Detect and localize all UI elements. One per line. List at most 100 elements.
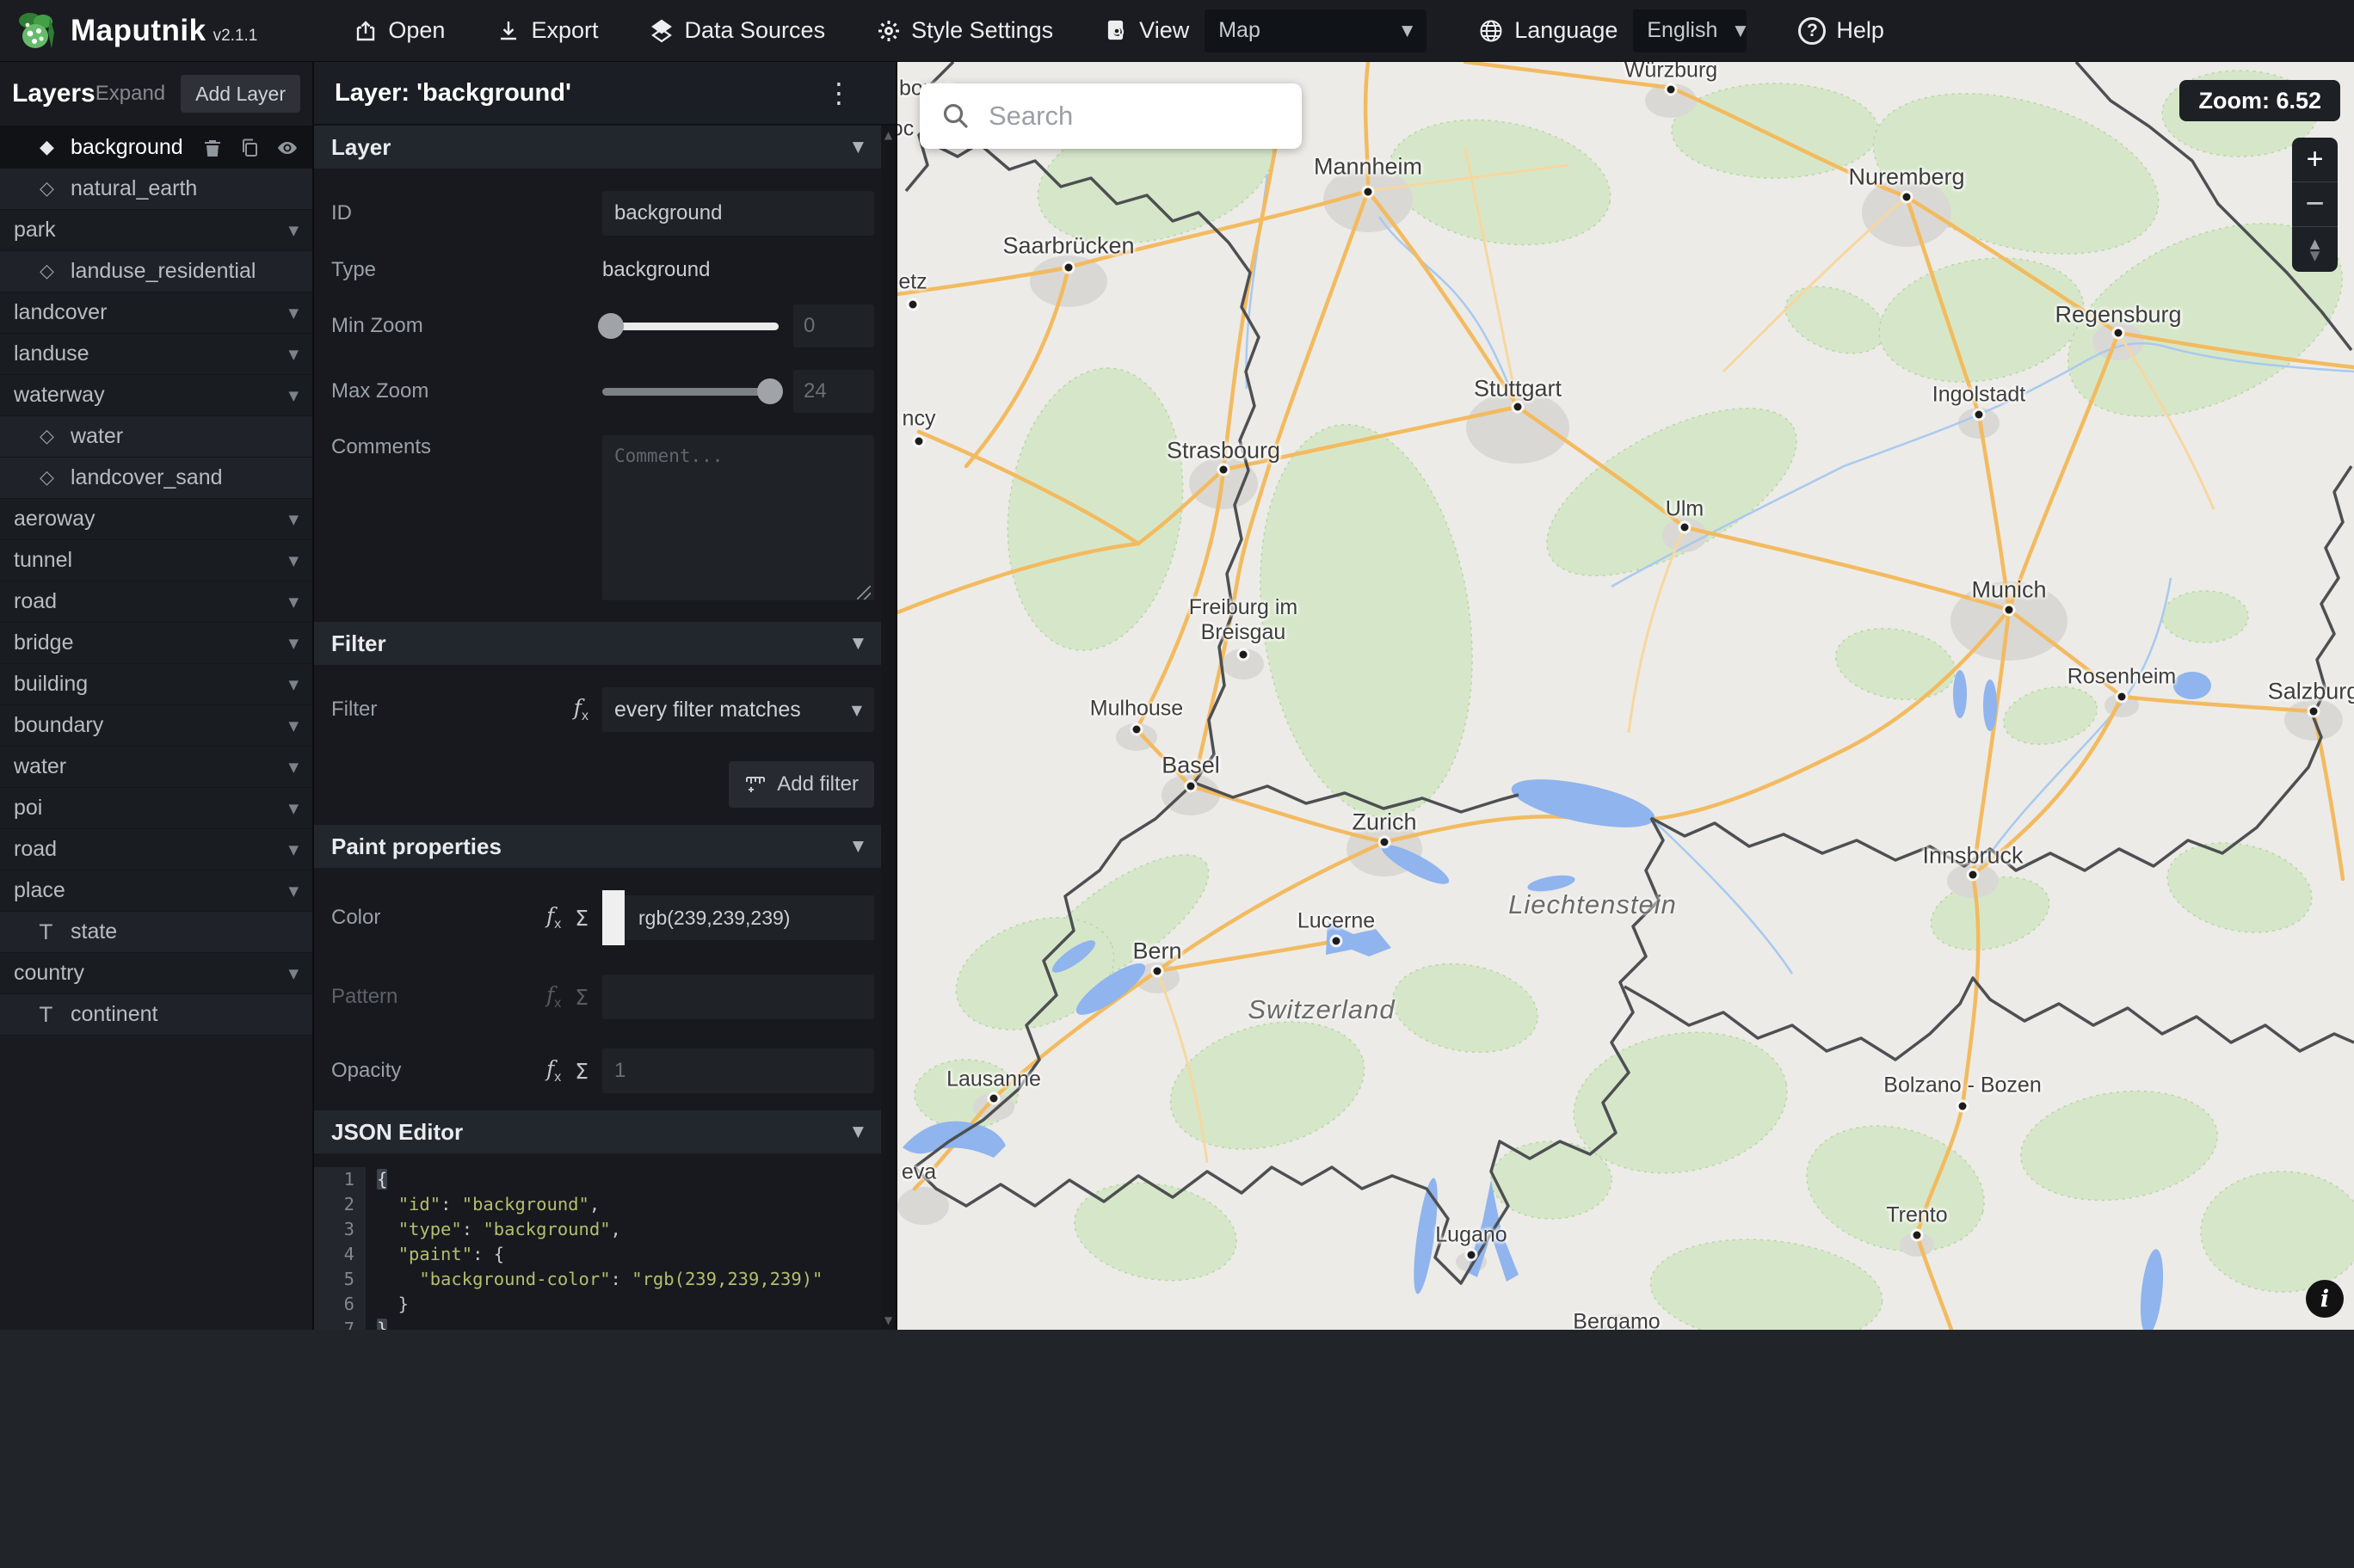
diamond-icon: ◇ — [40, 178, 54, 200]
color-swatch[interactable] — [602, 890, 625, 945]
view-select[interactable]: Map ▼ — [1205, 9, 1427, 52]
layer-item-continent[interactable]: Tcontinent — [0, 994, 312, 1036]
data-sources-label: Data Sources — [684, 17, 826, 43]
comments-textarea[interactable] — [602, 435, 874, 600]
function-icon[interactable]: fx — [546, 903, 561, 932]
chevron-down-icon[interactable]: ▼ — [288, 512, 299, 527]
pattern-input[interactable] — [602, 975, 874, 1019]
opacity-input[interactable] — [602, 1048, 874, 1093]
section-layer[interactable]: Layer ▼ — [314, 126, 881, 169]
layer-item-water[interactable]: water ▼ — [0, 747, 312, 788]
json-line-2[interactable]: 2 "id": "background", — [314, 1192, 881, 1217]
scroll-up-icon[interactable]: ▲ — [881, 129, 896, 141]
map-label-lucerne: Lucerne — [1297, 908, 1376, 933]
chevron-down-icon[interactable]: ▼ — [288, 677, 299, 692]
open-button[interactable]: Open — [354, 17, 445, 44]
layer-item-landcover[interactable]: landcover ▼ — [0, 292, 312, 334]
layer-item-landuse_residential[interactable]: ◇ landuse_residential — [0, 251, 312, 292]
compass-button[interactable]: ▲ ▼ — [2292, 227, 2338, 272]
chevron-down-icon[interactable]: ▼ — [288, 636, 299, 651]
chevron-down-icon[interactable]: ▼ — [288, 223, 299, 238]
layer-item-country[interactable]: country ▼ — [0, 953, 312, 994]
layer-item-place[interactable]: place ▼ — [0, 870, 312, 912]
layer-item-aeroway[interactable]: aeroway ▼ — [0, 499, 312, 540]
section-filter[interactable]: Filter ▼ — [314, 622, 881, 665]
function-icon[interactable]: fx — [546, 982, 561, 1012]
sigma-icon[interactable]: Σ — [575, 1059, 588, 1084]
chevron-down-icon[interactable]: ▼ — [288, 553, 299, 569]
duplicate-layer-button[interactable] — [239, 138, 260, 158]
sigma-icon[interactable]: Σ — [575, 906, 588, 931]
editor-scrollbar[interactable]: ▲ ▼ — [881, 126, 896, 1330]
city-dot — [1153, 967, 1162, 975]
chevron-down-icon[interactable]: ▼ — [288, 759, 299, 775]
function-icon[interactable]: fx — [574, 695, 588, 724]
attribution-info-button[interactable]: i — [2306, 1280, 2344, 1318]
json-line-4[interactable]: 4 "paint": { — [314, 1242, 881, 1267]
layer-item-poi[interactable]: poi ▼ — [0, 788, 312, 829]
layer-item-road[interactable]: road ▼ — [0, 581, 312, 623]
chevron-down-icon[interactable]: ▼ — [288, 347, 299, 362]
language-select[interactable]: English ▼ — [1633, 9, 1747, 52]
add-filter-button[interactable]: Add filter — [729, 761, 874, 808]
min-zoom-slider[interactable] — [598, 313, 779, 339]
section-json-editor[interactable]: JSON Editor ▼ — [314, 1110, 881, 1153]
slider-thumb[interactable] — [756, 378, 783, 404]
export-button[interactable]: Export — [496, 17, 598, 44]
layer-item-landuse[interactable]: landuse ▼ — [0, 334, 312, 375]
layer-item-road[interactable]: road ▼ — [0, 829, 312, 870]
zoom-out-button[interactable]: − — [2292, 182, 2338, 227]
json-editor[interactable]: 1{2 "id": "background", 3 "type": "backgr… — [314, 1153, 881, 1330]
slider-thumb[interactable] — [598, 313, 625, 339]
layer-item-background[interactable]: ◆ background — [0, 127, 312, 169]
layer-item-bridge[interactable]: bridge ▼ — [0, 623, 312, 664]
function-icon[interactable]: fx — [546, 1056, 561, 1085]
json-line-7[interactable]: 7} — [314, 1317, 881, 1330]
chevron-down-icon[interactable]: ▼ — [288, 883, 299, 899]
layer-item-landcover_sand[interactable]: ◇ landcover_sand — [0, 458, 312, 499]
sigma-icon[interactable]: Σ — [575, 985, 588, 1010]
delete-layer-button[interactable] — [202, 138, 223, 158]
id-input[interactable] — [602, 191, 874, 236]
layer-item-park[interactable]: park ▼ — [0, 210, 312, 251]
help-button[interactable]: ? Help — [1798, 16, 1884, 45]
chevron-down-icon[interactable]: ▼ — [288, 594, 299, 610]
scroll-down-icon[interactable]: ▼ — [881, 1314, 896, 1326]
layer-item-waterway[interactable]: waterway ▼ — [0, 375, 312, 416]
expand-button[interactable]: Expand — [96, 82, 165, 106]
chevron-down-icon[interactable]: ▼ — [288, 305, 299, 321]
layer-item-label: building — [14, 672, 89, 696]
kebab-menu-icon[interactable]: ⋮ — [825, 77, 853, 109]
search-input[interactable] — [989, 101, 1281, 132]
layer-item-water[interactable]: ◇ water — [0, 416, 312, 458]
toggle-visibility-button[interactable] — [276, 137, 299, 159]
json-line-1[interactable]: 1{ — [314, 1167, 881, 1192]
max-zoom-input[interactable] — [793, 370, 874, 413]
chevron-down-icon[interactable]: ▼ — [288, 801, 299, 816]
json-line-3[interactable]: 3 "type": "background", — [314, 1217, 881, 1242]
chevron-down-icon[interactable]: ▼ — [288, 966, 299, 981]
min-zoom-input[interactable] — [793, 304, 874, 347]
layer-item-building[interactable]: building ▼ — [0, 664, 312, 705]
data-sources-button[interactable]: Data Sources — [650, 17, 825, 44]
zoom-in-button[interactable]: + — [2292, 138, 2338, 182]
layer-item-tunnel[interactable]: tunnel ▼ — [0, 540, 312, 581]
map-label-lausanne: Lausanne — [946, 1067, 1041, 1091]
filter-combinator-select[interactable]: every filter matches ▼ — [602, 687, 874, 732]
layer-item-natural_earth[interactable]: ◇ natural_earth — [0, 169, 312, 210]
chevron-down-icon[interactable]: ▼ — [288, 388, 299, 403]
chevron-down-icon[interactable]: ▼ — [288, 718, 299, 734]
id-label: ID — [331, 201, 352, 224]
add-layer-button[interactable]: Add Layer — [181, 75, 301, 113]
diamond-icon: ◇ — [40, 467, 54, 489]
section-paint[interactable]: Paint properties ▼ — [314, 825, 881, 868]
layer-item-state[interactable]: Tstate — [0, 912, 312, 953]
chevron-down-icon[interactable]: ▼ — [288, 842, 299, 858]
layer-item-boundary[interactable]: boundary ▼ — [0, 705, 312, 747]
json-line-6[interactable]: 6 } — [314, 1292, 881, 1317]
map-canvas[interactable]: Würzburg Mannheim Nuremberg Saarbrücken Rege… — [897, 62, 2354, 1330]
color-input[interactable] — [625, 895, 874, 940]
json-line-5[interactable]: 5 "background-color": "rgb(239,239,239)" — [314, 1267, 881, 1292]
style-settings-button[interactable]: Style Settings — [877, 17, 1053, 44]
max-zoom-slider[interactable] — [602, 378, 783, 404]
